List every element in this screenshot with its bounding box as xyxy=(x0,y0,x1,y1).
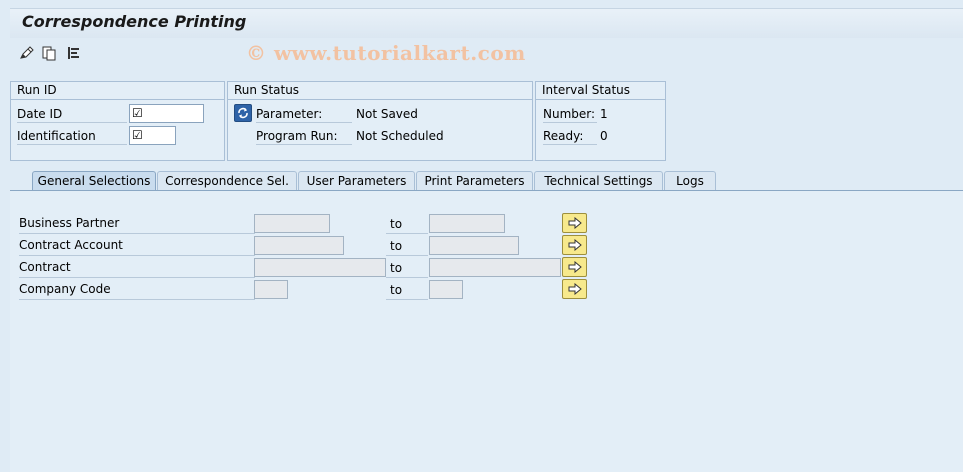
company-code-to-label: to xyxy=(386,280,428,300)
tab-strip: General Selections Correspondence Sel. U… xyxy=(14,171,963,192)
business-partner-to-input[interactable] xyxy=(429,214,505,233)
contract-account-to-label: to xyxy=(386,236,428,256)
number-value: 1 xyxy=(600,107,608,121)
ready-value: 0 xyxy=(600,129,608,143)
business-partner-multiple-selection-button[interactable] xyxy=(562,213,587,233)
ready-label: Ready: xyxy=(543,127,597,145)
date-id-check-icon: ☑ xyxy=(132,106,143,120)
contract-account-label: Contract Account xyxy=(19,236,255,256)
business-partner-to-label: to xyxy=(386,214,428,234)
company-code-from-input[interactable] xyxy=(254,280,288,299)
interval-status-group: Interval Status Number: 1 Ready: 0 xyxy=(535,81,666,161)
tab-print-parameters[interactable]: Print Parameters xyxy=(416,171,533,191)
contract-to-label: to xyxy=(386,258,428,278)
date-id-label: Date ID xyxy=(17,105,127,123)
contract-to-input[interactable] xyxy=(429,258,561,277)
contract-account-to-input[interactable] xyxy=(429,236,519,255)
general-selections-panel: Business Partner to Contract Account to … xyxy=(10,190,963,472)
arrow-right-icon xyxy=(568,217,582,229)
watermark: © www.tutorialkart.com xyxy=(246,41,526,65)
run-id-title: Run ID xyxy=(11,82,224,100)
arrow-right-icon xyxy=(568,261,582,273)
business-partner-from-input[interactable] xyxy=(254,214,330,233)
contract-from-input[interactable] xyxy=(254,258,386,277)
copy-icon[interactable] xyxy=(40,44,58,62)
identification-label: Identification xyxy=(17,127,127,145)
run-status-group: Run Status Parameter: Not Saved Program … xyxy=(227,81,533,161)
parameter-label: Parameter: xyxy=(256,105,352,123)
tab-technical-settings[interactable]: Technical Settings xyxy=(534,171,663,191)
program-run-value: Not Scheduled xyxy=(356,129,444,143)
run-status-title: Run Status xyxy=(228,82,532,100)
contract-account-from-input[interactable] xyxy=(254,236,344,255)
business-partner-label: Business Partner xyxy=(19,214,255,234)
identification-field[interactable]: ☑ xyxy=(129,126,176,145)
contract-multiple-selection-button[interactable] xyxy=(562,257,587,277)
run-id-group: Run ID Date ID ☑ Identification ☑ xyxy=(10,81,225,161)
company-code-to-input[interactable] xyxy=(429,280,463,299)
program-run-label: Program Run: xyxy=(256,127,352,145)
number-label: Number: xyxy=(543,107,597,123)
arrow-right-icon xyxy=(568,283,582,295)
parameter-value: Not Saved xyxy=(356,107,418,121)
company-code-multiple-selection-button[interactable] xyxy=(562,279,587,299)
company-code-label: Company Code xyxy=(19,280,255,300)
contract-label: Contract xyxy=(19,258,255,278)
tab-correspondence-sel[interactable]: Correspondence Sel. xyxy=(157,171,297,191)
tab-logs[interactable]: Logs xyxy=(664,171,716,191)
refresh-icon xyxy=(238,107,248,119)
interval-status-title: Interval Status xyxy=(536,82,665,100)
title-bar: Correspondence Printing xyxy=(10,8,963,38)
contract-account-multiple-selection-button[interactable] xyxy=(562,235,587,255)
tab-general-selections[interactable]: General Selections xyxy=(32,171,156,192)
arrow-right-icon xyxy=(568,239,582,251)
identification-check-icon: ☑ xyxy=(132,128,143,142)
list-icon[interactable] xyxy=(64,44,82,62)
page-title: Correspondence Printing xyxy=(22,12,247,31)
tab-user-parameters[interactable]: User Parameters xyxy=(298,171,415,191)
date-id-field[interactable]: ☑ xyxy=(129,104,204,123)
edit-pencil-icon[interactable] xyxy=(18,44,36,62)
refresh-status-button[interactable] xyxy=(234,104,252,122)
